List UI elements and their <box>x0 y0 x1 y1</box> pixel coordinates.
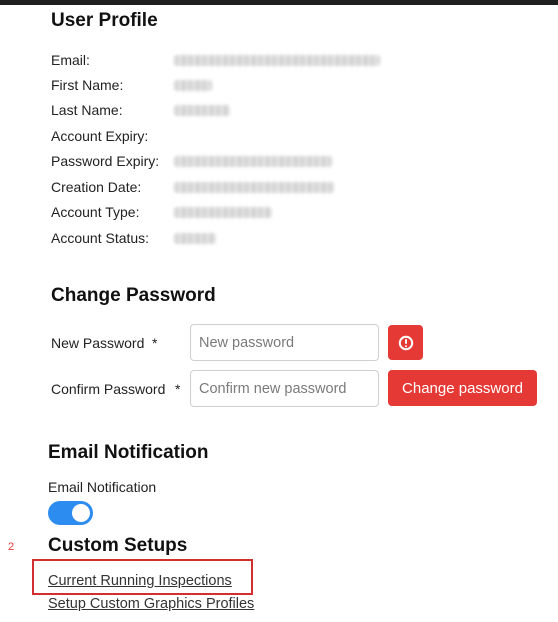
setup-custom-graphics-profiles-link[interactable]: Setup Custom Graphics Profiles <box>48 596 254 612</box>
creation-date-value-redacted <box>174 182 334 193</box>
change-password-button[interactable]: Change password <box>388 370 537 406</box>
alert-circle-icon <box>398 335 413 350</box>
annotation-marker: 2 <box>8 541 15 553</box>
email-value-redacted <box>174 55 380 66</box>
password-expiry-label: Password Expiry: <box>51 153 160 169</box>
top-bar <box>0 0 558 5</box>
change-password-title: Change Password <box>51 285 216 306</box>
current-running-inspections-link[interactable]: Current Running Inspections <box>48 573 232 589</box>
account-type-value-redacted <box>174 207 272 218</box>
new-password-label: New Password <box>51 335 145 351</box>
account-status-label: Account Status: <box>51 230 150 246</box>
account-status-value-redacted <box>174 233 216 244</box>
first-name-label: First Name: <box>51 77 124 93</box>
confirm-password-input[interactable] <box>190 370 379 407</box>
password-error-button[interactable] <box>388 325 423 360</box>
password-expiry-value-redacted <box>174 156 332 167</box>
new-password-input[interactable] <box>190 324 379 361</box>
last-name-label: Last Name: <box>51 102 123 118</box>
creation-date-label: Creation Date: <box>51 179 142 195</box>
email-notification-toggle[interactable] <box>48 501 93 525</box>
confirm-password-label: Confirm Password <box>51 381 166 397</box>
email-label: Email: <box>51 52 90 68</box>
account-expiry-label: Account Expiry: <box>51 128 149 144</box>
new-password-required-mark: * <box>152 335 158 351</box>
account-type-label: Account Type: <box>51 204 140 220</box>
confirm-password-required-mark: * <box>175 381 181 397</box>
last-name-value-redacted <box>174 105 230 116</box>
email-notification-title: Email Notification <box>48 442 209 463</box>
first-name-value-redacted <box>174 80 212 91</box>
toggle-knob <box>72 504 90 522</box>
custom-setups-title: Custom Setups <box>48 535 188 556</box>
email-notification-toggle-label: Email Notification <box>48 479 157 495</box>
user-profile-title: User Profile <box>51 10 158 31</box>
